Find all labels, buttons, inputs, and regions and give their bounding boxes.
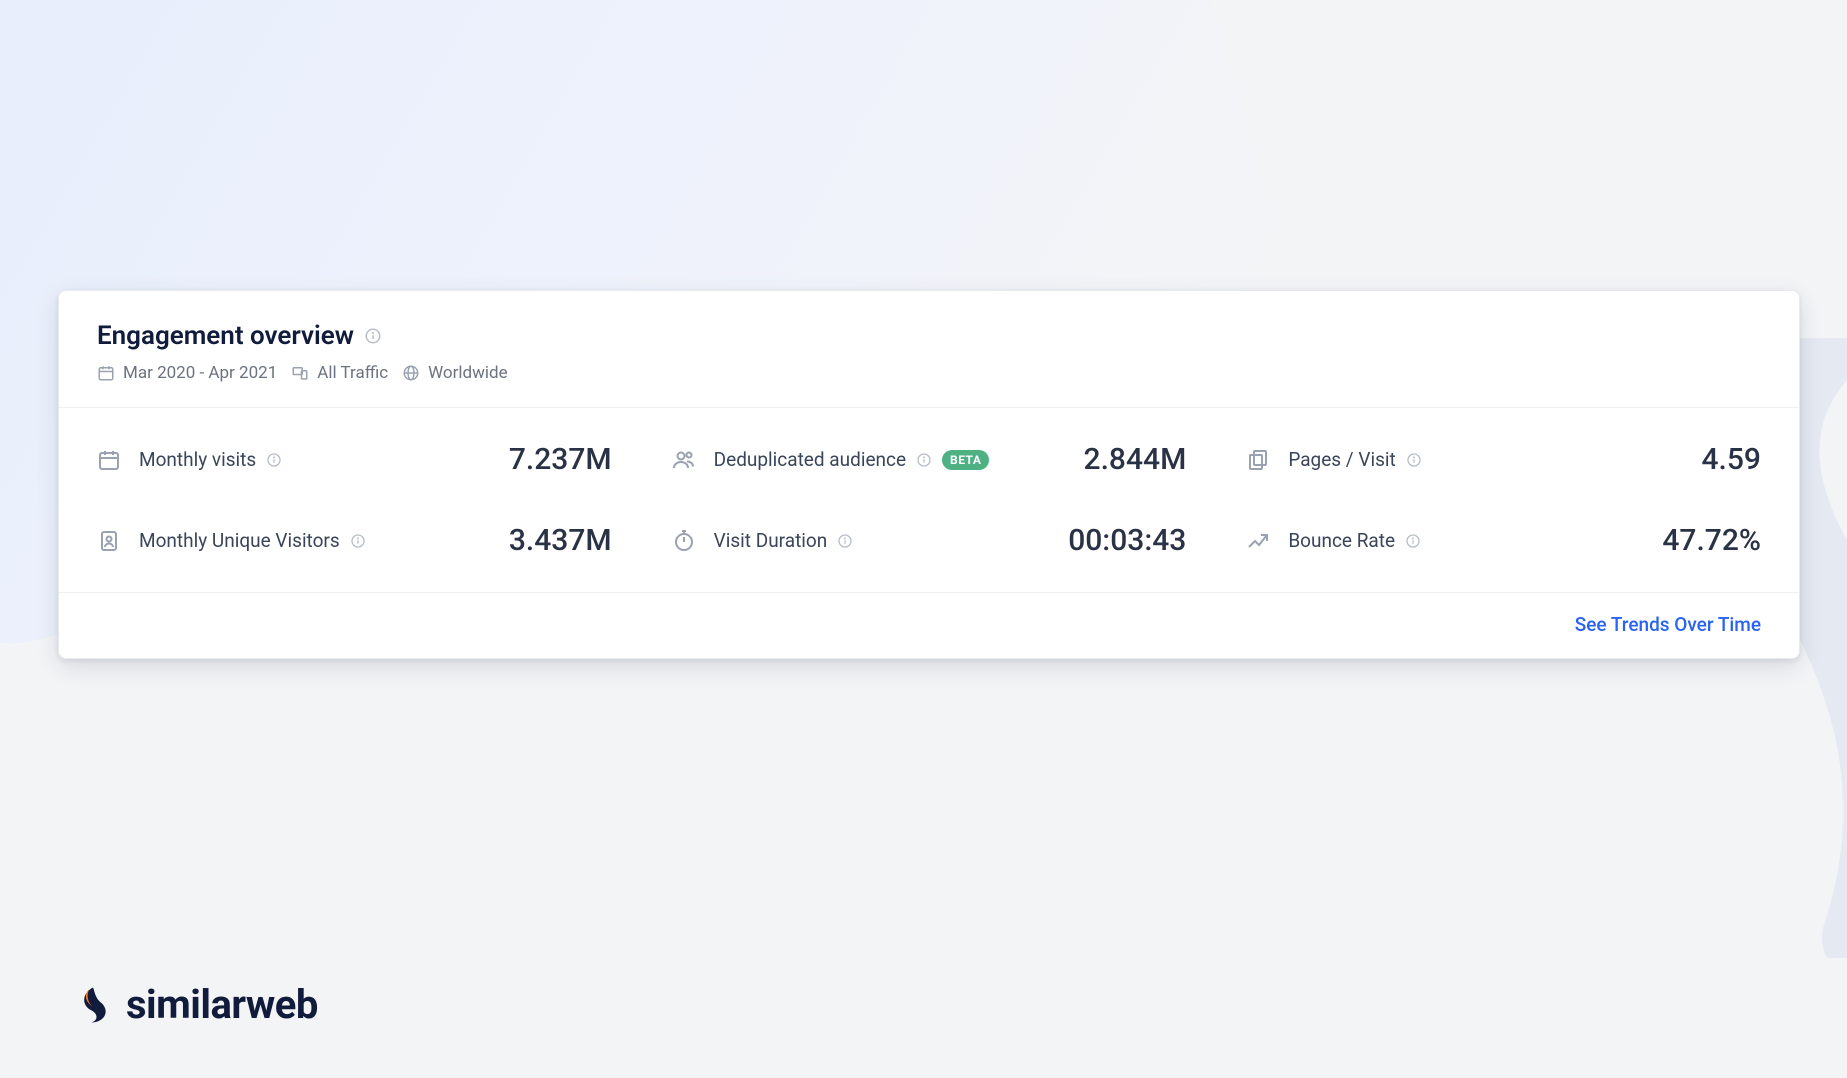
bounce-icon [1246,529,1270,553]
metrics-grid: Monthly visits 7.237M Deduplicated audie… [59,408,1799,593]
metric-label: Deduplicated audience [714,448,906,471]
users-icon [672,448,696,472]
info-icon[interactable] [1406,452,1422,468]
metric-value: 2.844M [1084,442,1187,477]
region-filter[interactable]: Worldwide [402,363,508,383]
traffic-label: All Traffic [317,363,388,383]
info-icon[interactable] [350,533,366,549]
info-icon[interactable] [364,327,382,345]
traffic-filter[interactable]: All Traffic [291,363,388,383]
metric-label: Monthly Unique Visitors [139,529,340,552]
card-header: Engagement overview Mar 2020 - Apr 2021 [59,291,1799,408]
see-trends-link[interactable]: See Trends Over Time [1575,613,1761,636]
metric-visit-duration: Visit Duration 00:03:43 [672,523,1187,558]
card-title: Engagement overview [97,321,354,351]
metric-pages-per-visit: Pages / Visit 4.59 [1246,442,1761,477]
devices-icon [291,364,309,382]
info-icon[interactable] [837,533,853,549]
beta-badge: BETA [942,450,989,470]
id-card-icon [97,529,121,553]
metric-label: Pages / Visit [1288,448,1395,471]
metric-value: 00:03:43 [1068,523,1186,558]
metric-deduplicated-audience: Deduplicated audience BETA 2.844M [672,442,1187,477]
date-range-label: Mar 2020 - Apr 2021 [123,363,277,383]
info-icon[interactable] [916,452,932,468]
pages-icon [1246,448,1270,472]
metric-bounce-rate: Bounce Rate 47.72% [1246,523,1761,558]
metric-label: Visit Duration [714,529,828,552]
metric-value: 3.437M [509,523,612,558]
filters-row: Mar 2020 - Apr 2021 All Traffic Worldwid… [97,363,1761,383]
similarweb-logo-icon [72,984,114,1026]
metric-value: 7.237M [509,442,612,477]
info-icon[interactable] [1405,533,1421,549]
metric-value: 47.72% [1662,523,1761,558]
metric-label: Monthly visits [139,448,256,471]
info-icon[interactable] [266,452,282,468]
metric-label: Bounce Rate [1288,529,1395,552]
metric-value: 4.59 [1702,442,1762,477]
metric-monthly-visits: Monthly visits 7.237M [97,442,612,477]
stopwatch-icon [672,529,696,553]
card-footer: See Trends Over Time [59,593,1799,658]
globe-icon [402,364,420,382]
engagement-overview-card: Engagement overview Mar 2020 - Apr 2021 [58,290,1800,659]
calendar-icon [97,364,115,382]
calendar-icon [97,448,121,472]
brand-logo: similarweb [72,981,318,1028]
metric-monthly-unique-visitors: Monthly Unique Visitors 3.437M [97,523,612,558]
date-range-filter[interactable]: Mar 2020 - Apr 2021 [97,363,277,383]
region-label: Worldwide [428,363,508,383]
brand-name: similarweb [126,981,318,1028]
